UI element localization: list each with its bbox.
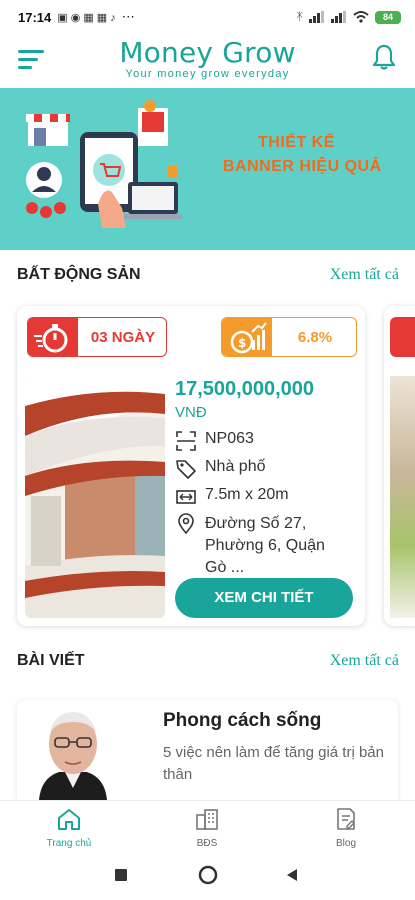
qr-scan-icon [176, 431, 196, 451]
property-type-row: Nhà phố [175, 458, 266, 480]
system-navigation-bar [0, 850, 415, 900]
property-photo-next [390, 376, 415, 618]
back-icon[interactable] [284, 867, 300, 883]
home-icon [58, 809, 80, 830]
nav-label-blog: Blog [335, 838, 356, 849]
real-estate-header: BẤT ĐỘNG SẢN Xem tất cả [0, 260, 415, 290]
stopwatch-icon [28, 318, 78, 356]
bluetooth-icon: ᛡ [296, 11, 303, 23]
wifi-icon [353, 11, 369, 23]
post-title: Phong cách sống [163, 710, 322, 731]
status-time: 17:14 [18, 9, 52, 25]
nav-item-home[interactable]: Trang chủ [0, 801, 138, 851]
property-code: NP063 [205, 430, 254, 447]
signal-icon-2 [331, 11, 346, 23]
posts-see-all[interactable]: Xem tất cả [330, 652, 399, 670]
property-price: 17,500,000,000 [175, 378, 315, 400]
bell-icon[interactable] [369, 42, 399, 72]
recent-apps-icon[interactable] [113, 867, 129, 883]
property-size-row: 7.5m x 20m [175, 486, 289, 508]
property-address: Đường Số 27, Phường 6, Quận Gò ... [205, 515, 325, 576]
view-detail-button[interactable]: XEM CHI TIẾT [175, 578, 353, 618]
property-card-next[interactable] [384, 306, 415, 626]
real-estate-title: BẤT ĐỘNG SẢN [17, 266, 141, 283]
banner-illustration [26, 100, 182, 228]
more-notifications-icon: ⋯ [121, 9, 135, 24]
property-currency: VNĐ [175, 404, 207, 421]
svg-text:$: $ [238, 336, 246, 350]
property-photo[interactable] [25, 376, 165, 618]
bottom-navigation: Trang chủ BĐS Blog [0, 800, 415, 850]
rate-badge-label: 6.8% [297, 329, 333, 346]
building-icon [196, 809, 218, 830]
signal-icon [309, 11, 324, 23]
days-badge-next [390, 317, 415, 357]
real-estate-see-all[interactable]: Xem tất cả [330, 266, 399, 284]
status-left: 17:14 ▣ ◉ ▦ ▦ ♪ ⋯ [18, 9, 135, 25]
property-code-row: NP063 [175, 430, 254, 452]
nav-item-blog[interactable]: Blog [277, 801, 415, 851]
dimensions-icon [176, 490, 196, 504]
posts-header: BÀI VIẾT Xem tất cả [0, 646, 415, 676]
banner-line1: THIẾT KẾ [258, 134, 335, 151]
location-pin-icon [178, 513, 194, 535]
status-right: ᛡ 84 [296, 10, 401, 24]
blog-icon [337, 808, 355, 830]
days-badge-label: 03 NGÀY [90, 329, 156, 346]
app-title: Money Grow [119, 36, 296, 69]
banner-line2: BANNER HIỆU QUẢ [223, 158, 382, 175]
app-tagline: Your money grow everyday [125, 68, 290, 80]
property-address-row: Đường Số 27, Phường 6, Quận Gò ... [175, 513, 345, 579]
property-card[interactable]: 03 NGÀY $ 6.8% 17,500,000,000 VNĐ NP063 … [17, 306, 365, 626]
post-description: 5 việc nên làm để tăng giá trị bản thân [163, 744, 384, 783]
nav-label-home: Trang chủ [46, 838, 92, 849]
nav-label-real-estate: BĐS [196, 838, 218, 849]
posts-title: BÀI VIẾT [17, 652, 85, 669]
promo-banner[interactable]: THIẾT KẾ BANNER HIỆU QUẢ [0, 88, 415, 250]
property-size: 7.5m x 20m [205, 486, 289, 503]
post-thumbnail [25, 700, 121, 800]
post-card[interactable]: Phong cách sống 5 việc nên làm để tăng g… [17, 700, 398, 800]
rate-badge: $ 6.8% [221, 317, 357, 357]
app-bar: Money Grow Your money grow everyday [0, 34, 415, 88]
status-bar: 17:14 ▣ ◉ ▦ ▦ ♪ ⋯ ᛡ 84 [0, 0, 415, 34]
battery-icon: 84 [375, 10, 401, 24]
home-system-icon[interactable] [197, 864, 219, 886]
money-growth-icon: $ [222, 318, 272, 356]
days-badge: 03 NGÀY [27, 317, 167, 357]
property-type: Nhà phố [205, 458, 266, 475]
notification-icons: ▣ ◉ ▦ ▦ ♪ [57, 11, 116, 24]
nav-item-real-estate[interactable]: BĐS [138, 801, 276, 851]
tag-icon [176, 460, 196, 479]
